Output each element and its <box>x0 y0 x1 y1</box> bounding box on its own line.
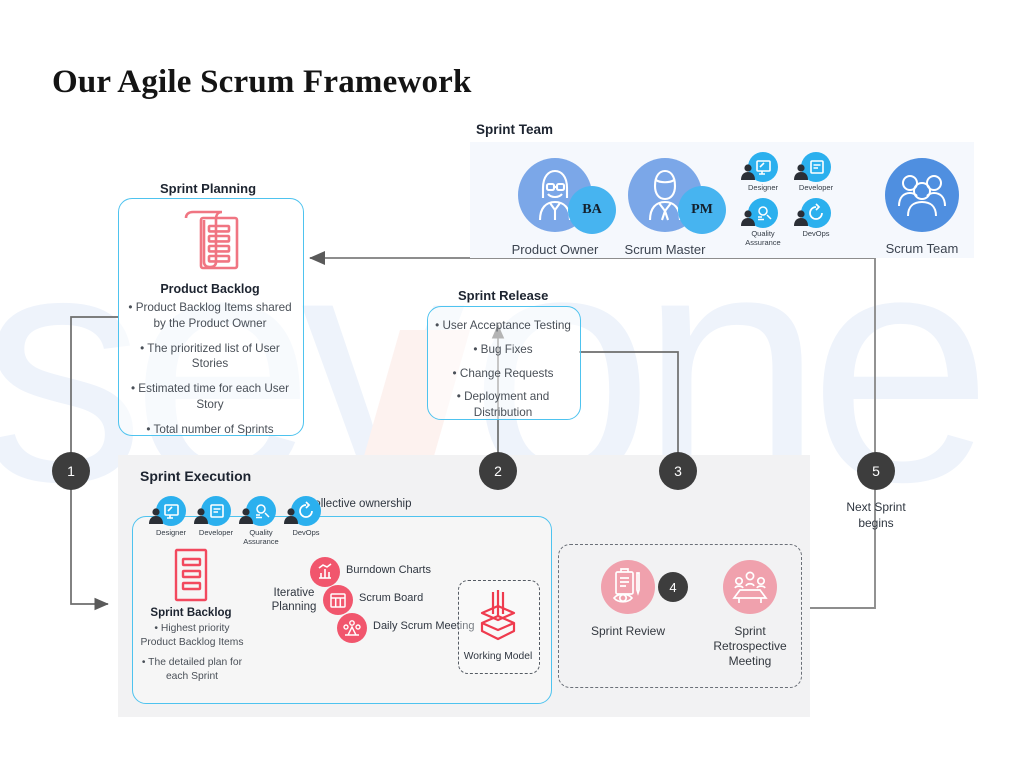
exec-role-label: DevOps <box>292 528 320 537</box>
sprint-release-bullets: • User Acceptance Testing • Bug Fixes • … <box>429 318 577 429</box>
working-model-label: Working Model <box>463 651 533 662</box>
developer-icon <box>194 496 231 526</box>
artifact-scrum-board[interactable]: Scrum Board <box>323 585 423 615</box>
step-marker-1[interactable]: 1 <box>52 452 90 490</box>
person-silhouette-icon <box>149 508 163 524</box>
person-silhouette-icon <box>794 210 808 226</box>
sprint-execution-label: Sprint Execution <box>140 468 252 484</box>
team-role-quality-assurance[interactable]: Quality Assurance <box>740 198 786 247</box>
step-marker-2[interactable]: 2 <box>479 452 517 490</box>
badge-pm: PM <box>678 186 726 234</box>
designer-icon <box>149 496 186 526</box>
team-member-name: Scrum Master <box>624 242 706 257</box>
document-list-icon <box>172 204 248 281</box>
team-result-label: Scrum Team <box>885 241 959 256</box>
list-item: • Product Backlog Items shared by the Pr… <box>128 301 292 330</box>
sprint-backlog-title: Sprint Backlog <box>150 607 232 619</box>
step-marker-5[interactable]: 5 <box>857 452 895 490</box>
step-marker-3[interactable]: 3 <box>659 452 697 490</box>
person-female-icon: BA <box>518 158 616 234</box>
team-member-name: Product Owner <box>511 242 599 257</box>
clipboard-review-icon <box>601 560 655 614</box>
exec-role-devops[interactable]: DevOps <box>280 496 332 538</box>
badge-ba: BA <box>568 186 616 234</box>
sprint-planning-label: Sprint Planning <box>160 181 257 196</box>
person-silhouette-icon <box>239 508 253 524</box>
person-male-icon: PM <box>628 158 726 234</box>
sprint-review-label: Sprint Review <box>590 624 666 638</box>
sprint-backlog-bullets: • Highest priority Product Backlog Items… <box>138 622 246 690</box>
team-result-scrum-team[interactable]: Scrum Team <box>880 158 964 256</box>
list-item: • User Acceptance Testing <box>435 319 571 332</box>
sprint-release-label: Sprint Release <box>458 288 549 303</box>
list-item: • Estimated time for each User Story <box>130 382 290 411</box>
person-silhouette-icon <box>741 210 755 226</box>
product-backlog-bullets: • Product Backlog Items shared by the Pr… <box>122 300 298 447</box>
list-item: • Total number of Sprints <box>146 422 274 436</box>
list-item: • The detailed plan for each Sprint <box>141 656 243 683</box>
designer-icon <box>741 152 778 182</box>
list-item: • Change Requests <box>452 366 554 380</box>
list-document-icon <box>169 547 213 608</box>
team-role-label: DevOps <box>802 229 830 238</box>
list-item: • Bug Fixes <box>473 342 533 356</box>
artifact-label: Burndown Charts <box>346 564 431 576</box>
diagram-stage: sev one <box>0 0 1027 768</box>
artifact-daily-scrum-meeting[interactable]: Daily Scrum Meeting <box>337 613 474 643</box>
people-group-icon <box>885 158 959 232</box>
artifact-burndown-charts[interactable]: Burndown Charts <box>310 557 431 587</box>
quality-assurance-icon <box>239 496 276 526</box>
list-item: • Highest priority Product Backlog Items <box>140 623 244 649</box>
step-marker-4[interactable]: 4 <box>658 572 688 602</box>
sprint-team-label: Sprint Team <box>476 122 554 137</box>
team-role-label: Quality Assurance <box>745 229 781 247</box>
team-role-label: Developer <box>798 183 834 192</box>
artifact-label: Scrum Board <box>359 592 424 604</box>
person-silhouette-icon <box>794 164 808 180</box>
quality-assurance-icon <box>741 198 778 228</box>
team-role-developer[interactable]: Developer <box>793 152 839 193</box>
meeting-people-icon <box>337 613 367 643</box>
devops-icon <box>284 496 321 526</box>
person-silhouette-icon <box>194 508 208 524</box>
list-item: • Deployment and Distribution <box>456 390 550 420</box>
page-title: Our Agile Scrum Framework <box>52 64 472 100</box>
person-silhouette-icon <box>284 508 298 524</box>
person-silhouette-icon <box>741 164 755 180</box>
iterative-planning-label: Iterative Planning <box>271 587 317 614</box>
scrum-board-icon <box>323 585 353 615</box>
team-member-product-owner[interactable]: BA Product Owner <box>505 158 616 257</box>
sprint-retrospective-label: Sprint Retrospective Meeting <box>713 624 787 668</box>
team-role-label: Designer <box>747 183 778 192</box>
team-role-devops[interactable]: DevOps <box>793 198 839 239</box>
meeting-table-icon <box>723 560 777 614</box>
next-sprint-label: Next Sprint begins <box>846 500 906 530</box>
sprint-retrospective-item[interactable]: Sprint Retrospective Meeting <box>700 560 800 669</box>
team-role-designer[interactable]: Designer <box>740 152 786 193</box>
open-box-icon <box>474 588 522 651</box>
list-item: • The prioritized list of User Stories <box>140 341 280 371</box>
devops-icon <box>794 198 831 228</box>
product-backlog-title: Product Backlog <box>160 282 260 296</box>
team-member-scrum-master[interactable]: PM Scrum Master <box>615 158 726 257</box>
developer-icon <box>794 152 831 182</box>
bar-chart-icon <box>310 557 340 587</box>
